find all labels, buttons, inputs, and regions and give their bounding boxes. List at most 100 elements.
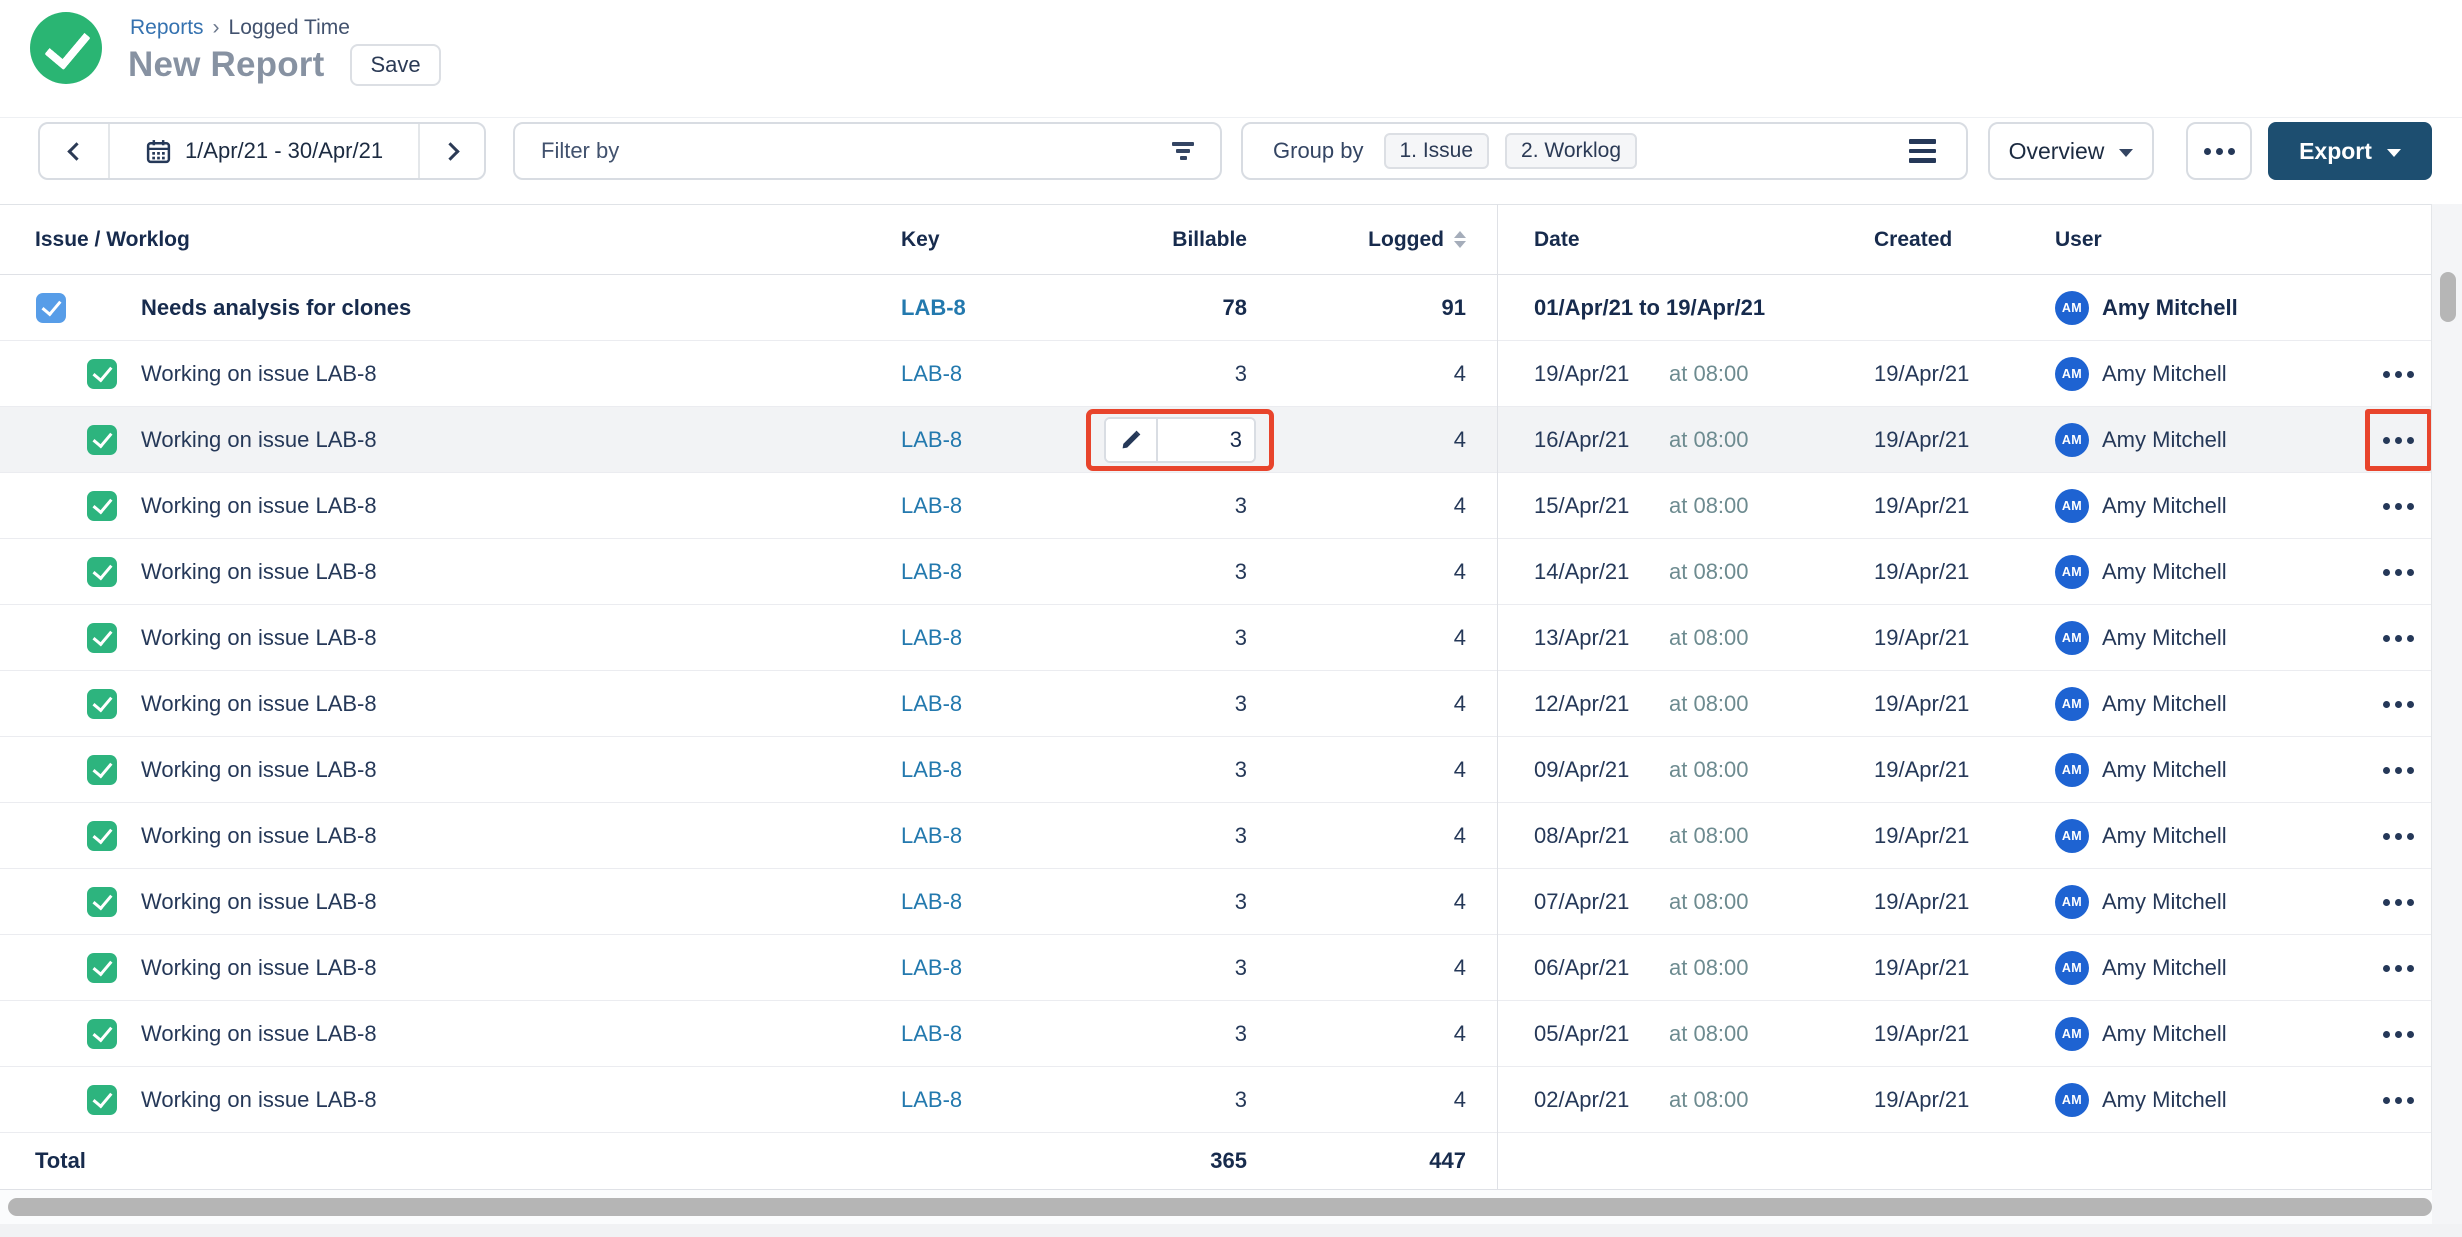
filter-by-input[interactable]: Filter by	[513, 122, 1222, 180]
worklog-checkbox[interactable]	[87, 953, 117, 983]
worklog-date: 19/Apr/21	[1534, 341, 1629, 406]
total-row: Total 365 447	[0, 1133, 2432, 1190]
row-actions-button[interactable]	[2365, 541, 2432, 603]
logged-value: 4	[1264, 935, 1466, 1000]
column-header-user: User	[2055, 205, 2102, 274]
worklog-date: 07/Apr/21	[1534, 869, 1629, 934]
issue-key-link[interactable]: LAB-8	[901, 935, 962, 1000]
worklog-checkbox[interactable]	[87, 623, 117, 653]
ellipsis-icon	[2383, 503, 2414, 510]
logged-header-label: Logged	[1368, 228, 1444, 252]
ellipsis-icon	[2204, 148, 2235, 155]
logged-value: 4	[1264, 407, 1466, 472]
user-cell: AM Amy Mitchell	[2055, 737, 2227, 802]
user-cell: AM Amy Mitchell	[2055, 1067, 2227, 1132]
worklog-start-time: at 08:00	[1669, 803, 1749, 868]
columns-menu-icon[interactable]	[1909, 139, 1936, 163]
worklog-checkbox[interactable]	[87, 491, 117, 521]
worklog-description: Working on issue LAB-8	[141, 473, 377, 538]
group-logged-total: 91	[1264, 275, 1466, 340]
worklog-date: 15/Apr/21	[1534, 473, 1629, 538]
issue-key-link[interactable]: LAB-8	[901, 473, 962, 538]
row-actions-button[interactable]	[2365, 937, 2432, 999]
created-date: 19/Apr/21	[1874, 935, 1969, 1000]
ellipsis-icon	[2383, 833, 2414, 840]
worklog-row: Working on issue LAB-8 LAB-8 3 4 15/Apr/…	[0, 473, 2432, 539]
user-name: Amy Mitchell	[2102, 559, 2227, 585]
row-actions-button[interactable]	[2365, 871, 2432, 933]
row-actions-button[interactable]	[2365, 1069, 2432, 1131]
avatar: AM	[2055, 951, 2089, 985]
ellipsis-icon	[2383, 899, 2414, 906]
created-date: 19/Apr/21	[1874, 869, 1969, 934]
user-name: Amy Mitchell	[2102, 427, 2227, 453]
group-chip-issue[interactable]: 1. Issue	[1384, 133, 1490, 169]
row-actions-button[interactable]	[2365, 343, 2432, 405]
export-button[interactable]: Export	[2268, 122, 2432, 180]
worklog-checkbox[interactable]	[87, 1019, 117, 1049]
issue-key-link[interactable]: LAB-8	[901, 539, 962, 604]
row-actions-button[interactable]	[2365, 607, 2432, 669]
vertical-scrollbar-track[interactable]	[2432, 204, 2462, 1237]
issue-key-link[interactable]: LAB-8	[901, 275, 966, 340]
worklog-description: Working on issue LAB-8	[141, 869, 377, 934]
avatar: AM	[2055, 621, 2089, 655]
worklog-rows: Working on issue LAB-8 LAB-8 3 4 19/Apr/…	[0, 341, 2432, 1133]
bottom-gutter	[0, 1224, 2462, 1237]
toolbar: 1/Apr/21 - 30/Apr/21 Filter by Group by …	[0, 122, 2462, 180]
issue-key-link[interactable]: LAB-8	[901, 737, 962, 802]
worklog-checkbox[interactable]	[87, 689, 117, 719]
worklog-row: Working on issue LAB-8 LAB-8 3 4 14/Apr/…	[0, 539, 2432, 605]
breadcrumb-reports-link[interactable]: Reports	[130, 16, 204, 40]
worklog-description: Working on issue LAB-8	[141, 803, 377, 868]
issue-key-link[interactable]: LAB-8	[901, 803, 962, 868]
group-row-checkbox[interactable]	[36, 293, 66, 323]
edit-pencil-button[interactable]	[1106, 419, 1158, 461]
issue-key-link[interactable]: LAB-8	[901, 1001, 962, 1066]
title-row: New Report Save	[128, 44, 441, 86]
group-chip-worklog[interactable]: 2. Worklog	[1505, 133, 1637, 169]
export-label: Export	[2299, 138, 2372, 165]
worklog-date: 05/Apr/21	[1534, 1001, 1629, 1066]
worklog-checkbox[interactable]	[87, 887, 117, 917]
worklog-checkbox[interactable]	[87, 557, 117, 587]
issue-key-link[interactable]: LAB-8	[901, 605, 962, 670]
worklog-date: 13/Apr/21	[1534, 605, 1629, 670]
next-period-button[interactable]	[418, 124, 484, 178]
issue-summary: Needs analysis for clones	[141, 275, 411, 340]
worklog-checkbox[interactable]	[87, 1085, 117, 1115]
issue-key-link[interactable]: LAB-8	[901, 341, 962, 406]
billable-input[interactable]	[1158, 419, 1254, 461]
horizontal-scrollbar-thumb[interactable]	[8, 1198, 2432, 1216]
toolbar-more-button[interactable]	[2186, 122, 2252, 180]
sort-arrows-icon[interactable]	[1454, 231, 1466, 248]
worklog-checkbox[interactable]	[87, 359, 117, 389]
previous-period-button[interactable]	[40, 124, 110, 178]
ellipsis-icon	[2383, 371, 2414, 378]
billable-value: 3	[1017, 1067, 1247, 1132]
row-actions-button[interactable]	[2365, 409, 2432, 471]
date-range-button[interactable]: 1/Apr/21 - 30/Apr/21	[110, 124, 418, 178]
view-selector-dropdown[interactable]: Overview	[1988, 122, 2154, 180]
column-header-issue-worklog: Issue / Worklog	[35, 205, 190, 274]
worklog-checkbox[interactable]	[87, 755, 117, 785]
created-date: 19/Apr/21	[1874, 473, 1969, 538]
vertical-scrollbar-thumb[interactable]	[2440, 272, 2456, 322]
avatar: AM	[2055, 291, 2089, 325]
issue-key-link[interactable]: LAB-8	[901, 1067, 962, 1132]
worklog-checkbox[interactable]	[87, 425, 117, 455]
row-actions-button[interactable]	[2365, 1003, 2432, 1065]
row-actions-button[interactable]	[2365, 805, 2432, 867]
worklog-checkbox[interactable]	[87, 821, 117, 851]
issue-key-link[interactable]: LAB-8	[901, 407, 962, 472]
row-actions-button[interactable]	[2365, 673, 2432, 735]
save-button[interactable]: Save	[350, 44, 440, 86]
created-date: 19/Apr/21	[1874, 539, 1969, 604]
issue-key-link[interactable]: LAB-8	[901, 869, 962, 934]
column-header-logged[interactable]: Logged	[1264, 205, 1466, 274]
created-date: 19/Apr/21	[1874, 605, 1969, 670]
row-actions-button[interactable]	[2365, 475, 2432, 537]
created-date: 19/Apr/21	[1874, 803, 1969, 868]
issue-key-link[interactable]: LAB-8	[901, 671, 962, 736]
row-actions-button[interactable]	[2365, 739, 2432, 801]
